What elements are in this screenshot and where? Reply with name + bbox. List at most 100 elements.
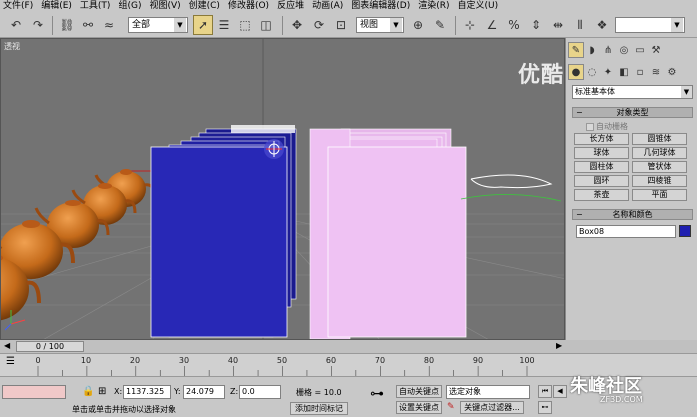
plane-button[interactable]: 平面 — [632, 189, 687, 201]
select-and-manipulate-icon[interactable]: ✎ — [430, 15, 450, 35]
add-time-tag-button[interactable]: 添加时间标记 — [290, 402, 348, 415]
menu-rendering[interactable]: 渲染(R) — [415, 0, 454, 13]
key-filter-icon[interactable]: ✎ — [447, 402, 455, 412]
sphere-button[interactable]: 球体 — [574, 147, 629, 159]
viewport-label[interactable]: 透视 — [4, 41, 20, 52]
align-icon[interactable]: ⫴ — [570, 15, 590, 35]
select-and-rotate-icon[interactable]: ⟳ — [309, 15, 329, 35]
tick-label: 40 — [227, 356, 239, 365]
z-coord-field[interactable]: 0.0 — [239, 385, 281, 399]
redo-icon[interactable]: ↷ — [28, 15, 48, 35]
create-tab-icon[interactable]: ✎ — [568, 42, 584, 58]
tick-label: 20 — [129, 356, 141, 365]
geometry-icon[interactable]: ● — [568, 64, 584, 80]
box-button[interactable]: 长方体 — [574, 133, 629, 145]
key-mode-icon[interactable]: ⊶ — [370, 386, 384, 402]
geometry-category-dropdown[interactable]: 标准基本体 — [572, 85, 693, 99]
torus-button[interactable]: 圆环 — [574, 175, 629, 187]
select-and-link-icon[interactable]: ⛓ — [57, 15, 77, 35]
select-and-move-icon[interactable]: ✥ — [287, 15, 307, 35]
rectangular-selection-icon[interactable]: ⬚ — [235, 15, 255, 35]
key-filters-button[interactable]: 关键点过滤器... — [460, 401, 524, 414]
tube-button[interactable]: 管状体 — [632, 161, 687, 173]
hierarchy-tab-icon[interactable]: ⋔ — [600, 42, 616, 58]
mirror-icon[interactable]: ⇹ — [548, 15, 568, 35]
autogrid-checkbox[interactable]: 自动栅格 — [586, 121, 628, 132]
lights-icon[interactable]: ✦ — [600, 64, 616, 80]
tick-label: 50 — [276, 356, 288, 365]
systems-icon[interactable]: ⚙ — [664, 64, 680, 80]
maxscript-listener-field[interactable] — [2, 385, 66, 399]
name-and-color-rollout[interactable]: − 名称和颜色 — [572, 209, 693, 220]
menu-animation[interactable]: 动画(A) — [309, 0, 348, 13]
brand-watermark-url: ZF3D.COM — [600, 395, 643, 404]
named-selection-dropdown[interactable] — [615, 17, 685, 33]
set-key-button[interactable]: 设置关键点 — [396, 401, 442, 414]
x-coord-field[interactable]: 1137.325 — [123, 385, 171, 399]
tick-label: 90 — [472, 356, 484, 365]
menu-group[interactable]: 组(G) — [115, 0, 146, 13]
reference-coordinate-dropdown[interactable]: 视图 — [356, 17, 404, 33]
slider-left-arrow-icon[interactable]: ◀ — [4, 341, 10, 350]
viewport-scene — [1, 39, 564, 339]
previous-frame-icon[interactable]: ◀ — [553, 385, 567, 398]
menu-edit[interactable]: 编辑(E) — [38, 0, 77, 13]
slider-right-arrow-icon[interactable]: ▶ — [556, 341, 562, 350]
menu-views[interactable]: 视图(V) — [146, 0, 185, 13]
tick-label: 80 — [423, 356, 435, 365]
utilities-tab-icon[interactable]: ⚒ — [648, 42, 664, 58]
helpers-icon[interactable]: ▫ — [632, 64, 648, 80]
time-slider-track[interactable]: 0 / 100 ◀ ▶ — [0, 340, 697, 353]
object-color-swatch[interactable] — [679, 225, 691, 237]
collapse-icon: − — [576, 210, 583, 219]
command-panel: ✎ ◗ ⋔ ◎ ▭ ⚒ ● ◌ ✦ ◧ ▫ ≋ ⚙ 标准基本体 − 对象类型 自… — [565, 38, 697, 340]
select-by-name-icon[interactable]: ☰ — [214, 15, 234, 35]
menu-file[interactable]: 文件(F) — [0, 0, 38, 13]
cone-button[interactable]: 圆锥体 — [632, 133, 687, 145]
render-icon[interactable]: ❖ — [592, 15, 612, 35]
undo-icon[interactable]: ↶ — [6, 15, 26, 35]
pyramid-button[interactable]: 四棱锥 — [632, 175, 687, 187]
teapot-button[interactable]: 茶壶 — [574, 189, 629, 201]
tick-label: 10 — [80, 356, 92, 365]
spinner-snap-icon[interactable]: ⇕ — [526, 15, 546, 35]
angle-snap-icon[interactable]: ∠ — [482, 15, 502, 35]
select-object-icon[interactable]: ➚ — [193, 15, 213, 35]
window-crossing-icon[interactable]: ◫ — [256, 15, 276, 35]
space-warps-icon[interactable]: ≋ — [648, 64, 664, 80]
unlink-icon[interactable]: ⚯ — [78, 15, 98, 35]
select-and-scale-icon[interactable]: ⊡ — [331, 15, 351, 35]
selection-lock-icon[interactable]: 🔒 — [82, 386, 94, 397]
display-tab-icon[interactable]: ▭ — [632, 42, 648, 58]
go-to-start-icon[interactable]: ⏮ — [538, 385, 552, 398]
modify-tab-icon[interactable]: ◗ — [584, 42, 600, 58]
snaps-toggle-icon[interactable]: ⊹ — [460, 15, 480, 35]
perspective-viewport[interactable]: 透视 优酷 — [0, 38, 565, 340]
menu-customize[interactable]: 自定义(U) — [455, 0, 504, 13]
geosphere-button[interactable]: 几何球体 — [632, 147, 687, 159]
menu-modifiers[interactable]: 修改器(O) — [225, 0, 274, 13]
menu-graph-editors[interactable]: 图表编辑器(D) — [348, 0, 415, 13]
selection-filter-dropdown[interactable]: 全部 — [128, 17, 188, 33]
cameras-icon[interactable]: ◧ — [616, 64, 632, 80]
key-mode-toggle-icon[interactable]: ⊷ — [538, 401, 552, 414]
time-slider-thumb[interactable]: 0 / 100 — [16, 341, 84, 352]
percent-snap-icon[interactable]: % — [504, 15, 524, 35]
transform-gizmo[interactable] — [264, 139, 284, 159]
motion-tab-icon[interactable]: ◎ — [616, 42, 632, 58]
object-name-field[interactable]: Box08 — [576, 225, 676, 238]
menu-reactor[interactable]: 反应堆 — [274, 0, 309, 13]
bind-space-warp-icon[interactable]: ≈ — [99, 15, 119, 35]
cylinder-button[interactable]: 圆柱体 — [574, 161, 629, 173]
object-type-rollout[interactable]: − 对象类型 — [572, 107, 693, 118]
collapse-icon: − — [576, 108, 583, 117]
teapot-row — [1, 169, 156, 321]
auto-key-button[interactable]: 自动关键点 — [396, 385, 442, 398]
menu-create[interactable]: 创建(C) — [186, 0, 225, 13]
selected-object-dropdown[interactable]: 选定对象 — [446, 385, 530, 399]
shapes-icon[interactable]: ◌ — [584, 64, 600, 80]
menu-tools[interactable]: 工具(T) — [77, 0, 116, 13]
use-pivot-center-icon[interactable]: ⊕ — [408, 15, 428, 35]
absolute-mode-icon[interactable]: ⊞ — [98, 386, 106, 397]
y-coord-field[interactable]: 24.079 — [183, 385, 225, 399]
